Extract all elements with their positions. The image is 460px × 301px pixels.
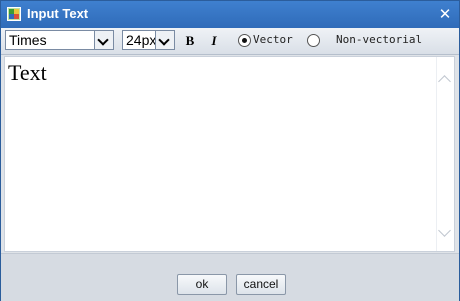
scroll-up-arrow-icon[interactable] bbox=[438, 75, 451, 88]
ok-button[interactable]: ok bbox=[177, 274, 227, 295]
non-vectorial-radio[interactable] bbox=[307, 34, 320, 47]
editor-content[interactable]: Text bbox=[8, 60, 47, 86]
bold-button[interactable]: B bbox=[183, 33, 197, 49]
vector-radio-label[interactable]: Vector bbox=[253, 33, 293, 47]
dialog-footer: ok cancel bbox=[1, 253, 459, 301]
input-text-dialog: Input Text ✕ Times 24px B I Vector Non-v… bbox=[0, 0, 460, 301]
titlebar[interactable]: Input Text ✕ bbox=[1, 1, 459, 28]
font-family-value: Times bbox=[9, 32, 47, 48]
font-size-select[interactable]: 24px bbox=[122, 30, 175, 50]
vector-radio[interactable] bbox=[238, 34, 251, 47]
italic-button[interactable]: I bbox=[207, 33, 221, 49]
close-icon[interactable]: ✕ bbox=[437, 5, 453, 23]
scroll-down-arrow-icon[interactable] bbox=[438, 224, 451, 237]
non-vectorial-radio-label[interactable]: Non-vectorial bbox=[336, 33, 422, 47]
chevron-down-icon[interactable] bbox=[94, 31, 113, 49]
chevron-down-icon[interactable] bbox=[155, 31, 174, 49]
text-editor-area[interactable]: Text bbox=[4, 56, 455, 252]
font-family-select[interactable]: Times bbox=[5, 30, 114, 50]
cancel-button[interactable]: cancel bbox=[236, 274, 286, 295]
app-icon bbox=[7, 7, 21, 21]
format-toolbar: Times 24px B I Vector Non-vectorial bbox=[1, 28, 459, 55]
font-size-value: 24px bbox=[126, 32, 157, 48]
dialog-title: Input Text bbox=[27, 6, 89, 21]
vertical-scrollbar[interactable] bbox=[436, 57, 454, 251]
